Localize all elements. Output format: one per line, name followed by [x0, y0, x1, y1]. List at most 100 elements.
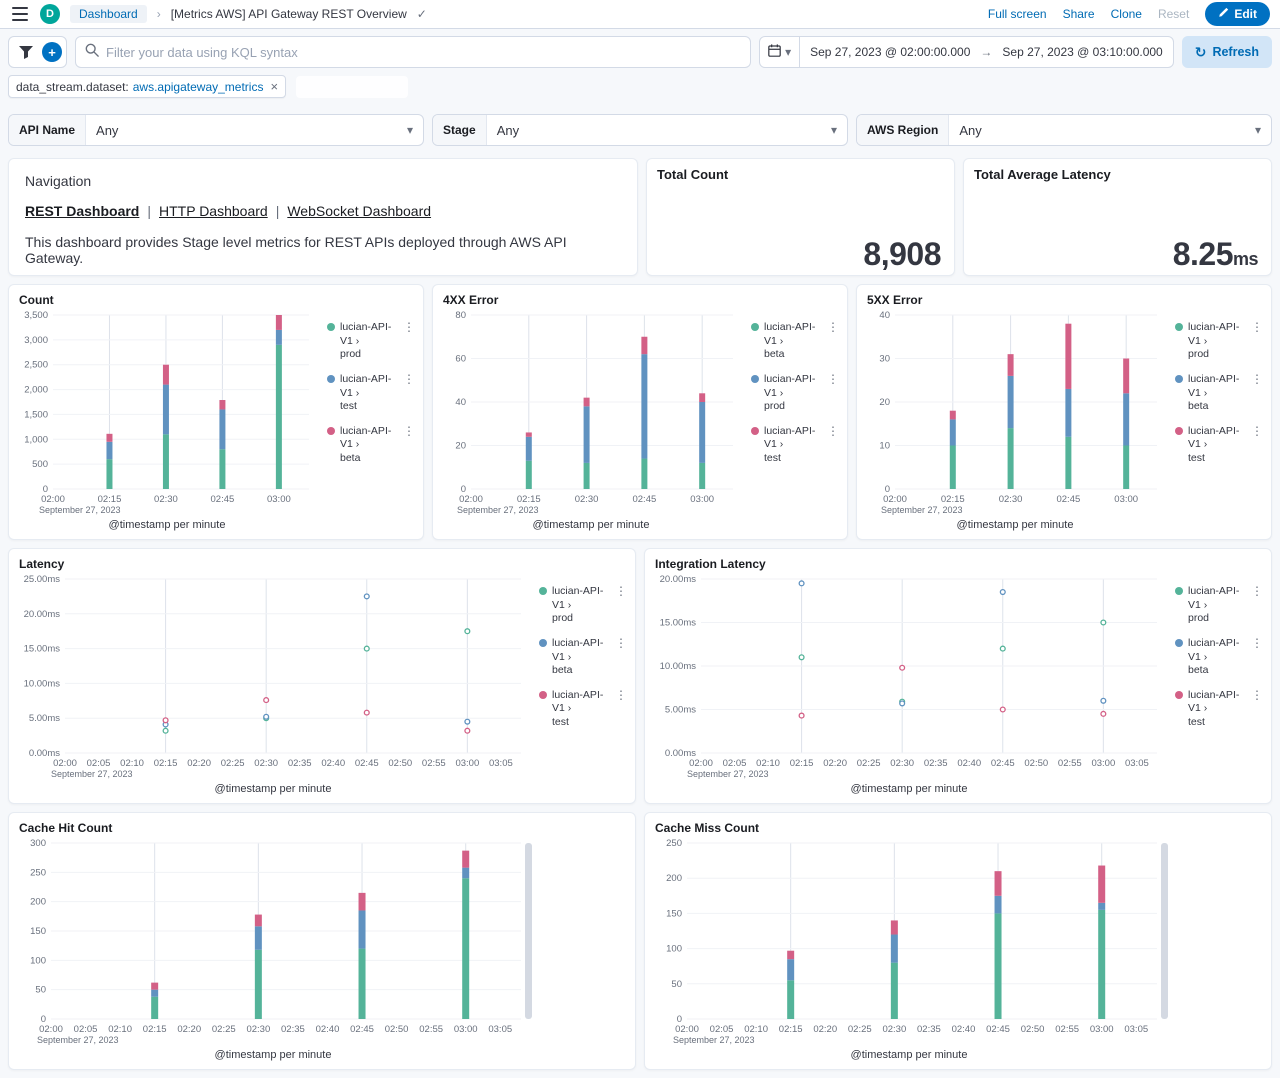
date-range-start[interactable]: Sep 27, 2023 @ 02:00:00.000: [800, 45, 980, 59]
filter-pill-datastream[interactable]: data_stream.dataset: aws.apigateway_metr…: [8, 75, 286, 98]
series-color-dot: [751, 375, 759, 383]
chart-legend: lucian-API-V1 ›prod⋮ lucian-API-V1 ›test⋮…: [321, 307, 419, 535]
svg-text:02:35: 02:35: [288, 758, 312, 769]
legend-item[interactable]: lucian-API-V1 ›beta⋮: [1175, 637, 1263, 678]
svg-text:02:20: 02:20: [823, 758, 847, 769]
legend-item[interactable]: lucian-API-V1 ›beta⋮: [327, 425, 415, 466]
websocket-dashboard-link[interactable]: WebSocket Dashboard: [287, 203, 431, 219]
legend-label: lucian-API-V1 ›prod: [1188, 321, 1246, 362]
legend-options-icon[interactable]: ⋮: [827, 373, 839, 386]
svg-text:02:40: 02:40: [316, 1024, 340, 1035]
selected-option: Any: [497, 123, 519, 138]
svg-text:250: 250: [30, 867, 46, 878]
filter-funnel-icon[interactable]: [13, 39, 39, 65]
add-filter-button[interactable]: +: [42, 42, 62, 62]
svg-text:September 27, 2023: September 27, 2023: [457, 505, 539, 515]
chart-canvas: 05010015020025030002:0002:0502:1002:1502…: [13, 835, 533, 1049]
legend-options-icon[interactable]: ⋮: [1251, 689, 1263, 702]
legend-options-icon[interactable]: ⋮: [615, 637, 627, 650]
legend-item[interactable]: lucian-API-V1 ›test⋮: [751, 425, 839, 466]
integration-latency-chart-plot[interactable]: 0.00ms5.00ms10.00ms15.00ms20.00ms02:0002…: [649, 571, 1169, 783]
legend-item[interactable]: lucian-API-V1 ›test⋮: [327, 373, 415, 414]
legend-item[interactable]: lucian-API-V1 ›prod⋮: [1175, 585, 1263, 626]
svg-text:15.00ms: 15.00ms: [24, 644, 61, 655]
edit-button[interactable]: Edit: [1205, 2, 1270, 26]
legend-item[interactable]: lucian-API-V1 ›beta⋮: [751, 321, 839, 362]
search-input[interactable]: [106, 45, 741, 60]
legend-options-icon[interactable]: ⋮: [403, 425, 415, 438]
legend-item[interactable]: lucian-API-V1 ›prod ⋮: [751, 373, 839, 414]
cache-miss-count-chart-plot[interactable]: 05010015020025002:0002:0502:1002:1502:20…: [649, 835, 1169, 1049]
legend-item[interactable]: lucian-API-V1 ›beta ⋮: [1175, 373, 1263, 414]
full-screen-button[interactable]: Full screen: [988, 7, 1047, 21]
calendar-dropdown-button[interactable]: ▾: [760, 37, 800, 67]
legend-label: lucian-API-V1 ›prod: [764, 373, 822, 414]
legend-item[interactable]: lucian-API-V1 ›prod ⋮: [1175, 321, 1263, 362]
share-button[interactable]: Share: [1063, 7, 1095, 21]
legend-options-icon[interactable]: ⋮: [1251, 637, 1263, 650]
api-name-select[interactable]: Any ▾: [86, 115, 423, 145]
aws-region-select[interactable]: Any ▾: [949, 115, 1271, 145]
svg-text:150: 150: [30, 926, 46, 937]
svg-text:03:00: 03:00: [267, 494, 291, 505]
svg-text:02:35: 02:35: [917, 1024, 941, 1035]
legend-options-icon[interactable]: ⋮: [403, 373, 415, 386]
4xx-error-chart-plot[interactable]: 02040608002:0002:1502:3002:4503:00Septem…: [437, 307, 745, 519]
control-label: AWS Region: [857, 115, 949, 145]
svg-text:September 27, 2023: September 27, 2023: [673, 1035, 755, 1045]
legend-item[interactable]: lucian-API-V1 ›prod⋮: [539, 585, 627, 626]
legend-item[interactable]: lucian-API-V1 ›prod⋮: [327, 321, 415, 362]
panel-navigation: Navigation REST Dashboard | HTTP Dashboa…: [8, 158, 638, 276]
link-separator: |: [147, 203, 151, 219]
legend-options-icon[interactable]: ⋮: [1251, 425, 1263, 438]
count-chart-plot[interactable]: 05001,0001,5002,0002,5003,0003,50002:000…: [13, 307, 321, 519]
top-navigation-bar: D Dashboard › [Metrics AWS] API Gateway …: [0, 0, 1280, 29]
legend-options-icon[interactable]: ⋮: [615, 689, 627, 702]
metric-title: Total Count: [647, 159, 954, 190]
space-avatar[interactable]: D: [40, 4, 60, 24]
svg-text:50: 50: [671, 979, 682, 990]
date-range-end[interactable]: Sep 27, 2023 @ 03:10:00.000: [992, 45, 1172, 59]
svg-text:03:00: 03:00: [1091, 758, 1115, 769]
chart-legend: lucian-API-V1 ›prod⋮ lucian-API-V1 ›beta⋮…: [1169, 571, 1267, 799]
5xx-error-chart-plot[interactable]: 01020304002:0002:1502:3002:4503:00Septem…: [861, 307, 1169, 519]
legend-options-icon[interactable]: ⋮: [1251, 585, 1263, 598]
series-color-dot: [539, 587, 547, 595]
refresh-button[interactable]: ↻ Refresh: [1182, 36, 1272, 68]
hamburger-menu-icon[interactable]: [10, 5, 30, 23]
rest-dashboard-link[interactable]: REST Dashboard: [25, 203, 139, 219]
legend-options-icon[interactable]: ⋮: [827, 321, 839, 334]
remove-filter-icon[interactable]: ×: [270, 79, 278, 94]
legend-label: lucian-API-V1 ›beta: [1188, 373, 1246, 414]
svg-text:03:00: 03:00: [1114, 494, 1138, 505]
svg-text:02:30: 02:30: [890, 758, 914, 769]
legend-options-icon[interactable]: ⋮: [1251, 321, 1263, 334]
series-color-dot: [751, 323, 759, 331]
latency-chart-plot[interactable]: 0.00ms5.00ms10.00ms15.00ms20.00ms25.00ms…: [13, 571, 533, 783]
cache-hit-count-chart-plot[interactable]: 05010015020025030002:0002:0502:1002:1502…: [13, 835, 533, 1049]
legend-options-icon[interactable]: ⋮: [827, 425, 839, 438]
reset-button[interactable]: Reset: [1158, 7, 1189, 21]
svg-text:02:40: 02:40: [952, 1024, 976, 1035]
clone-button[interactable]: Clone: [1111, 7, 1142, 21]
series-color-dot: [1175, 427, 1183, 435]
legend-options-icon[interactable]: ⋮: [615, 585, 627, 598]
svg-text:02:20: 02:20: [187, 758, 211, 769]
panel-title: Cache Miss Count: [645, 813, 1271, 835]
svg-text:2,500: 2,500: [24, 360, 48, 371]
svg-text:02:15: 02:15: [941, 494, 965, 505]
svg-text:September 27, 2023: September 27, 2023: [51, 769, 133, 779]
stage-select[interactable]: Any ▾: [487, 115, 847, 145]
panel-title: 4XX Error: [433, 285, 847, 307]
legend-item[interactable]: lucian-API-V1 ›beta⋮: [539, 637, 627, 678]
legend-item[interactable]: lucian-API-V1 ›test⋮: [1175, 689, 1263, 730]
svg-text:20: 20: [455, 441, 466, 452]
http-dashboard-link[interactable]: HTTP Dashboard: [159, 203, 268, 219]
legend-item[interactable]: lucian-API-V1 ›test⋮: [539, 689, 627, 730]
legend-item[interactable]: lucian-API-V1 ›test⋮: [1175, 425, 1263, 466]
breadcrumb-dashboard-link[interactable]: Dashboard: [70, 5, 147, 23]
legend-options-icon[interactable]: ⋮: [1251, 373, 1263, 386]
legend-options-icon[interactable]: ⋮: [403, 321, 415, 334]
panel-title: 5XX Error: [857, 285, 1271, 307]
chevron-down-icon: ▾: [407, 123, 413, 137]
